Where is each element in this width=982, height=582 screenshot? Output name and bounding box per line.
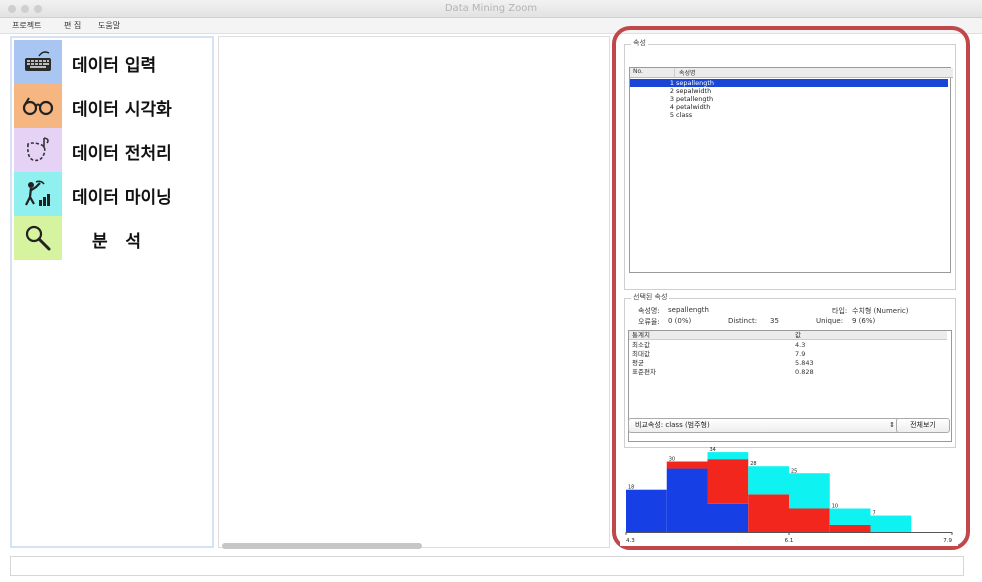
histogram-count-label: 25	[791, 468, 797, 474]
table-row[interactable]: 4 petalwidth	[630, 103, 948, 111]
attributes-group-title: 속성	[631, 38, 648, 48]
status-bar	[10, 556, 964, 576]
unique-value: 9 (6%)	[852, 317, 876, 325]
table-row[interactable]: 최대값 7.9	[629, 350, 947, 358]
histogram-bar-cyan	[748, 466, 789, 495]
missing-value: 0 (0%)	[668, 317, 692, 325]
distinct-label: Distinct:	[728, 317, 758, 325]
select-arrows-icon: ⇕	[889, 421, 895, 429]
attributes-group: 속성 No. 속성명 1 sepallength 2 sepalwidth 3 …	[624, 38, 956, 290]
distinct-value: 35	[770, 317, 779, 325]
module-label: 데이터 마이닝	[72, 188, 172, 208]
histogram-bar-blue	[626, 489, 667, 532]
attr-name-label: 속성명:	[638, 307, 660, 315]
module-data-input[interactable]: 데이터 입력	[14, 40, 214, 84]
keyboard-icon	[14, 40, 62, 84]
menu-project[interactable]: 프로젝트	[12, 20, 41, 31]
histogram-count-label: 30	[669, 457, 675, 463]
histogram-bar-red	[829, 524, 871, 532]
histogram-count-label: 7	[873, 511, 876, 517]
attr-name-value: sepallength	[668, 306, 709, 314]
compare-attribute-select[interactable]: 비교속성: class (범주형) ⇕	[628, 418, 900, 433]
histogram-bar-red	[707, 459, 749, 504]
module-label: 데이터 시각화	[72, 100, 172, 120]
window-title: Data Mining Zoom	[444, 3, 538, 14]
missing-label: 오류율:	[638, 318, 660, 326]
menu-edit[interactable]: 편 집	[64, 20, 81, 31]
histogram-count-label: 28	[750, 461, 756, 467]
workflow-canvas[interactable]	[218, 36, 610, 548]
histogram-count-label: 34	[710, 447, 716, 453]
table-row[interactable]: 2 sepalwidth	[630, 87, 948, 95]
dashed-shape-icon	[14, 128, 62, 172]
attribute-inspector: 속성 No. 속성명 1 sepallength 2 sepalwidth 3 …	[620, 36, 958, 546]
magnifier-icon	[14, 216, 62, 260]
column-header-value: 값	[795, 331, 801, 339]
x-axis-tick-label: 7.9	[943, 538, 952, 544]
title-bar: Data Mining Zoom	[0, 0, 982, 18]
module-panel: 데이터 입력 데이터 시각화 데이터 전처리 데이터 마이닝 분 석	[10, 36, 214, 548]
x-axis-tick-label: 4.3	[626, 538, 635, 544]
table-row[interactable]: 3 petallength	[630, 95, 948, 103]
histogram-bar-cyan	[829, 508, 871, 525]
show-all-button[interactable]: 전체보기	[896, 418, 950, 433]
module-data-visualization[interactable]: 데이터 시각화	[14, 84, 214, 128]
column-header-statistic: 통계치	[632, 331, 650, 339]
histogram-svg: 18 30 34 28 25 10 7 4.3 6.1 7.9	[625, 447, 953, 544]
selected-attribute-group-title: 선택된 속성	[631, 292, 670, 302]
menu-help[interactable]: 도움말	[98, 20, 120, 31]
table-row[interactable]: 5 class	[630, 111, 948, 119]
module-label: 데이터 입력	[72, 56, 157, 76]
histogram-bar-blue	[707, 503, 749, 532]
miner-chart-icon	[14, 172, 62, 216]
histogram-bar-cyan	[789, 473, 830, 509]
histogram-bar-cyan	[707, 452, 749, 460]
table-row[interactable]: 1 sepallength	[630, 79, 948, 87]
attr-type-value: 수치형 (Numeric)	[852, 307, 909, 315]
canvas-horizontal-scrollbar[interactable]	[222, 543, 422, 549]
module-data-preprocessing[interactable]: 데이터 전처리	[14, 128, 214, 172]
table-row[interactable]: 평균 5.843	[629, 359, 947, 367]
column-header-no[interactable]: No.	[630, 68, 677, 78]
attributes-table: No. 속성명 1 sepallength 2 sepalwidth 3 pet…	[629, 67, 953, 273]
x-axis-tick-label: 6.1	[785, 538, 794, 544]
table-row[interactable]: 표준편차 0.828	[629, 368, 947, 376]
module-data-mining[interactable]: 데이터 마이닝	[14, 172, 214, 216]
histogram-bar-red	[789, 508, 830, 532]
histogram-chart: 18 30 34 28 25 10 7 4.3 6.1 7.9	[624, 434, 956, 546]
table-row[interactable]: 최소값 4.3	[629, 341, 947, 349]
module-label: 데이터 전처리	[72, 144, 172, 164]
attr-type-label: 타입:	[832, 307, 848, 315]
glasses-icon	[14, 84, 62, 128]
histogram-bar-red	[748, 494, 789, 532]
module-analysis[interactable]: 분 석	[14, 216, 214, 260]
histogram-bar-cyan	[870, 515, 912, 532]
histogram-bar-red	[666, 461, 708, 469]
column-header-name[interactable]: 속성명	[674, 68, 953, 78]
statistics-header: 통계치 값	[629, 331, 947, 340]
histogram-count-label: 18	[628, 485, 634, 491]
histogram-count-label: 10	[832, 504, 838, 510]
histogram-bar-blue	[666, 468, 708, 532]
unique-label: Unique:	[816, 317, 844, 325]
module-label: 분 석	[92, 232, 142, 252]
